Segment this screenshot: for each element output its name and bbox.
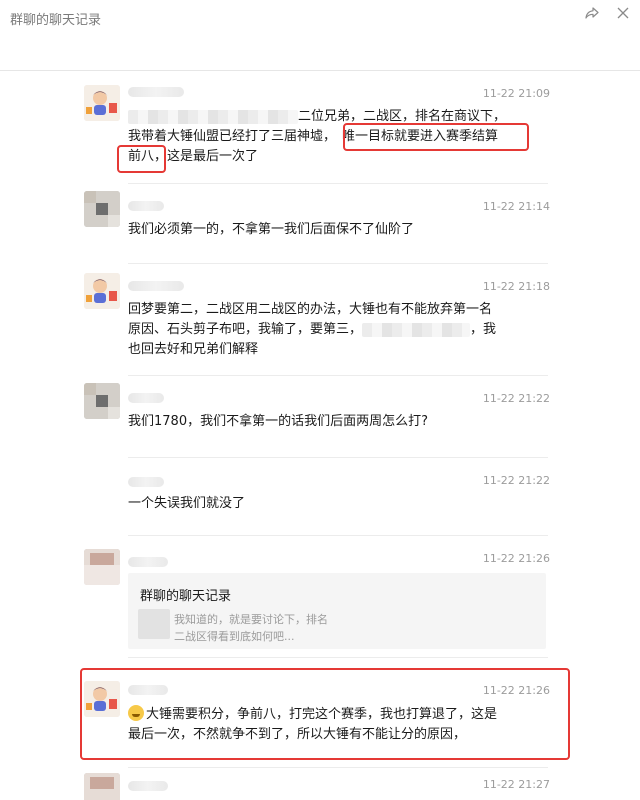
message-time: 11-22 21:14	[482, 200, 550, 213]
forwarded-chat-line: 二战区得看到底如何吧...	[174, 630, 295, 643]
divider	[128, 657, 548, 658]
avatar[interactable]	[84, 383, 120, 419]
message-time: 11-22 21:22	[482, 392, 550, 405]
avatar[interactable]	[84, 273, 120, 309]
message-text: 我们必须第一的，不拿第一我们后面保不了仙阶了	[128, 222, 415, 237]
forwarded-chat-card[interactable]: 群聊的聊天记录 我知道的，就是要讨论下，排名 二战区得看到底如何吧...	[128, 573, 546, 649]
sender-name-blurred	[128, 685, 168, 695]
sender-name-blurred	[128, 557, 168, 567]
avatar[interactable]	[84, 549, 120, 585]
close-icon[interactable]	[615, 5, 631, 21]
divider	[128, 457, 548, 458]
sender-name-blurred	[128, 781, 168, 791]
emoji-icon	[128, 705, 144, 721]
message-text: 一个失误我们就没了	[128, 496, 246, 511]
forwarded-chat-title: 群聊的聊天记录	[140, 589, 232, 604]
avatar[interactable]	[84, 191, 120, 227]
sender-name-blurred	[128, 477, 164, 487]
sender-name-blurred	[128, 201, 164, 211]
message-time: 11-22 21:18	[482, 280, 550, 293]
message-text: 回梦要第二，二战区用二战区的办法，大锤也有不能放弃第一名 原因、石头剪子布吧，我…	[128, 302, 497, 357]
divider	[128, 183, 548, 184]
message-time: 11-22 21:27	[482, 778, 550, 791]
sender-name-blurred	[128, 87, 184, 97]
avatar[interactable]	[84, 85, 120, 121]
chat-history-list[interactable]: 11-22 21:09 二位兄弟，二战区，排名在商议下， 我带着大锤仙盟已经打了…	[0, 71, 640, 800]
redacted-text	[138, 609, 170, 639]
title-bar: 群聊的聊天记录	[0, 0, 640, 71]
redacted-text	[128, 109, 298, 124]
window-title: 群聊的聊天记录	[10, 13, 102, 28]
forwarded-chat-line: 我知道的，就是要讨论下，排名	[174, 613, 328, 626]
message-time: 11-22 21:26	[482, 552, 550, 565]
divider	[128, 263, 548, 264]
highlight-box	[117, 145, 166, 173]
message-text: 我们1780，我们不拿第一的话我们后面两周怎么打?	[128, 414, 428, 429]
divider	[128, 767, 548, 768]
message-time: 11-22 21:26	[482, 684, 550, 697]
message-time: 11-22 21:22	[482, 474, 550, 487]
divider	[128, 535, 548, 536]
redacted-text	[362, 322, 471, 337]
sender-name-blurred	[128, 393, 164, 403]
avatar[interactable]	[84, 681, 120, 717]
sender-name-blurred	[128, 281, 184, 291]
share-icon[interactable]	[584, 5, 600, 21]
avatar[interactable]	[84, 773, 120, 800]
message-text: 大锤需要积分，争前八，打完这个赛季，我也打算退了，这是 最后一次，不然就争不到了…	[128, 705, 498, 742]
highlight-box	[343, 123, 529, 151]
divider	[128, 375, 548, 376]
message-time: 11-22 21:09	[482, 87, 550, 100]
